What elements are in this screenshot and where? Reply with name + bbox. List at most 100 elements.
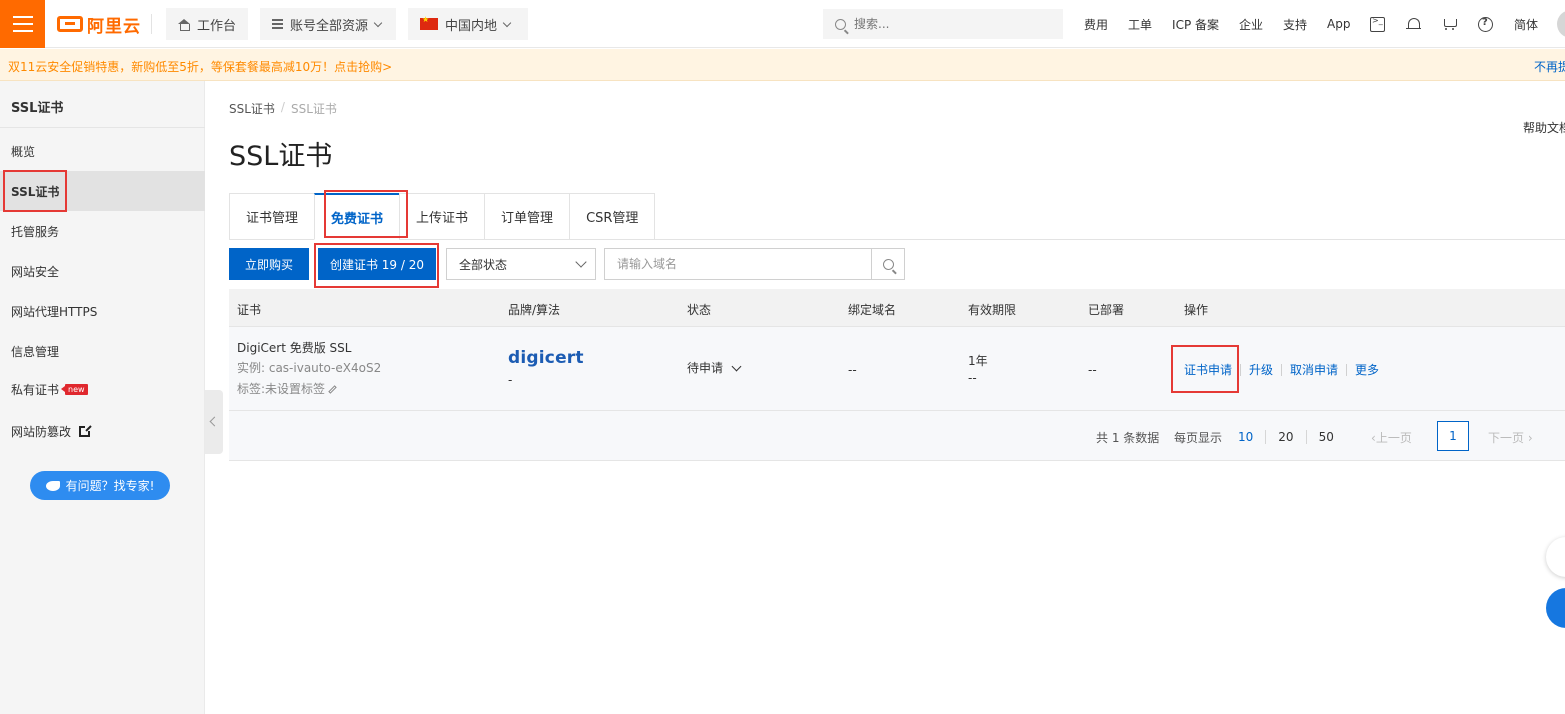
top-link-billing[interactable]: 费用	[1084, 16, 1108, 33]
global-search[interactable]	[823, 9, 1063, 39]
sidebar-item-label: SSL证书	[11, 184, 60, 199]
bell-icon[interactable]	[1406, 17, 1421, 32]
apply-cert-link[interactable]: 证书申请	[1184, 361, 1232, 378]
deployed-count: --	[1088, 363, 1097, 377]
region-label: 中国内地	[445, 18, 498, 34]
cert-status[interactable]: 待申请	[687, 359, 742, 376]
tab-cert-manage[interactable]: 证书管理	[229, 193, 315, 240]
status-filter-value: 全部状态	[459, 257, 508, 272]
per-page-label: 每页显示	[1174, 431, 1223, 445]
chevron-down-icon	[731, 361, 742, 371]
sidebar-item-label: 网站代理HTTPS	[11, 304, 98, 319]
page-size-option[interactable]: 50	[1319, 430, 1334, 444]
promo-link[interactable]: 双11云安全促销特惠，新购低至5折，等保套餐最高减10万！点击抢购>	[8, 58, 392, 75]
ask-expert-button[interactable]: 有问题？找专家!	[30, 471, 170, 500]
breadcrumb-current: SSL证书	[290, 102, 337, 116]
cert-instance-id: 实例: cas-ivauto-eX4oS2	[237, 361, 382, 375]
home-icon	[178, 18, 190, 31]
cart-icon[interactable]	[1442, 17, 1457, 32]
sidebar-item-label: 私有证书	[11, 382, 60, 397]
top-link-support[interactable]: 支持	[1283, 16, 1307, 33]
menu-icon[interactable]	[0, 0, 45, 48]
column-header: 操作	[1184, 303, 1209, 317]
domain-search-button[interactable]	[871, 249, 904, 279]
logo-text: 阿里云	[87, 16, 141, 37]
column-header: 品牌/算法	[508, 303, 561, 317]
page-size-option[interactable]: 10	[1238, 430, 1253, 444]
buy-now-button[interactable]: 立即购买	[229, 248, 309, 280]
sidebar-divider	[0, 127, 205, 128]
create-cert-button[interactable]: 创建证书 19 / 20	[318, 248, 436, 280]
help-doc-link[interactable]: 帮助文档	[1523, 119, 1565, 136]
tab-order-manage[interactable]: 订单管理	[484, 193, 570, 240]
sidebar-item-label: 网站防篡改	[11, 424, 72, 439]
workbench-button[interactable]: 工作台	[166, 8, 248, 40]
promo-dismiss-link[interactable]: 不再提示	[1534, 58, 1565, 75]
search-icon	[882, 258, 894, 270]
sidebar-collapse-handle[interactable]	[205, 390, 223, 454]
cert-algorithm: -	[508, 373, 513, 387]
action-separator	[1240, 363, 1242, 376]
sidebar-item-https-proxy[interactable]: 网站代理HTTPS	[0, 291, 205, 331]
domain-search-input[interactable]	[605, 249, 871, 279]
bound-domain: --	[848, 363, 857, 377]
resource-stack-icon	[272, 18, 283, 30]
column-header: 已部署	[1088, 303, 1125, 317]
top-links: 费用 工单 ICP 备案 企业 支持 App	[1084, 0, 1351, 48]
page-title: SSL证书	[229, 141, 333, 172]
prev-page-button[interactable]: ‹上一页	[1371, 429, 1412, 446]
more-link[interactable]: 更多	[1355, 361, 1379, 378]
sidebar-item-ssl[interactable]: SSL证书	[0, 171, 205, 211]
tab-csr-manage[interactable]: CSR管理	[569, 193, 656, 240]
cert-status-label: 待申请	[687, 361, 724, 375]
chevron-down-icon	[502, 18, 512, 27]
next-page-button[interactable]: 下一页 ›	[1488, 429, 1533, 446]
avatar[interactable]	[1557, 10, 1565, 38]
logo-mark-icon	[57, 16, 83, 32]
feedback-float-button[interactable]	[1546, 537, 1565, 577]
toolbox-float-button[interactable]	[1546, 588, 1565, 628]
cert-tag[interactable]: 标签:未设置标签	[237, 380, 337, 397]
page-size-option[interactable]: 20	[1278, 430, 1293, 444]
upgrade-link[interactable]: 升级	[1249, 361, 1273, 378]
action-separator	[1346, 363, 1348, 376]
edit-icon[interactable]	[328, 385, 337, 394]
sidebar-item-label: 托管服务	[11, 224, 60, 239]
top-link-ticket[interactable]: 工单	[1128, 16, 1152, 33]
resources-dropdown[interactable]: 账号全部资源	[260, 8, 396, 40]
top-icons: 简体	[1370, 0, 1538, 48]
tab-divider	[229, 239, 1565, 240]
chevron-down-icon	[373, 18, 383, 27]
breadcrumb-link[interactable]: SSL证书	[229, 100, 275, 117]
sidebar-item-label: 网站安全	[11, 264, 60, 279]
top-link-app[interactable]: App	[1327, 17, 1350, 31]
sidebar: SSL证书 概览 SSL证书 托管服务 网站安全 网站代理HTTPS 信息管理 …	[0, 81, 205, 714]
aliyun-logo[interactable]: 阿里云	[57, 12, 141, 37]
tab-free-cert[interactable]: 免费证书	[314, 193, 400, 240]
breadcrumb-separator: /	[280, 100, 285, 114]
global-search-input[interactable]	[854, 17, 1044, 31]
validity-period: 1年	[968, 354, 988, 368]
sidebar-item-info-manage[interactable]: 信息管理	[0, 331, 205, 371]
terminal-icon[interactable]	[1370, 16, 1385, 32]
help-icon[interactable]	[1478, 16, 1493, 32]
tab-upload-cert[interactable]: 上传证书	[399, 193, 485, 240]
sidebar-item-hosting[interactable]: 托管服务	[0, 211, 205, 251]
language-switch[interactable]: 简体	[1514, 16, 1538, 33]
sidebar-item-private-cert[interactable]: 私有证书 new	[0, 369, 205, 409]
top-link-icp[interactable]: ICP 备案	[1172, 16, 1219, 33]
brand-logo-text: digicert	[508, 348, 584, 368]
cancel-apply-link[interactable]: 取消申请	[1290, 361, 1338, 378]
page-size-separator	[1305, 430, 1307, 444]
top-link-enterprise[interactable]: 企业	[1239, 16, 1263, 33]
status-filter-select[interactable]: 全部状态	[446, 248, 596, 280]
sidebar-item-site-security[interactable]: 网站安全	[0, 251, 205, 291]
sidebar-item-overview[interactable]: 概览	[0, 131, 205, 171]
page-size-separator	[1265, 430, 1267, 444]
sidebar-item-tamper-protect[interactable]: 网站防篡改	[0, 411, 205, 451]
page-number-button[interactable]: 1	[1437, 421, 1469, 451]
region-dropdown[interactable]: 中国内地	[408, 8, 528, 40]
table-header: 证书 品牌/算法 状态 绑定域名 有效期限 已部署 操作	[229, 289, 1565, 327]
chevron-down-icon	[575, 256, 587, 268]
cert-tag-label: 标签:未设置标签	[237, 382, 326, 396]
